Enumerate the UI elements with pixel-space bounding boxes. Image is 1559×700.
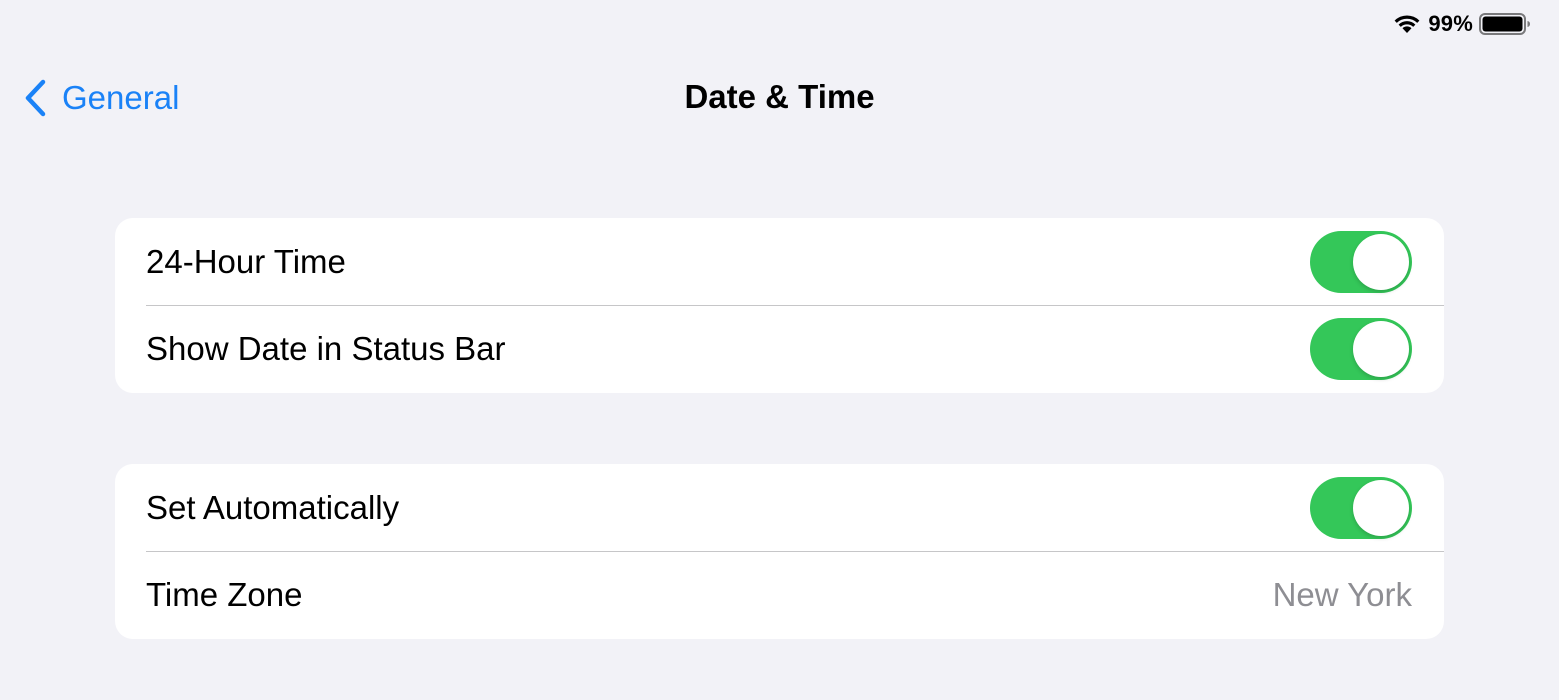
show-date-in-status-bar-toggle[interactable] [1310,317,1412,380]
wifi-icon [1392,12,1422,36]
toggle-knob [1353,320,1409,377]
row-time-zone[interactable]: Time Zone New York [115,551,1444,638]
time-settings-group: Set Automatically Time Zone New York [115,464,1444,639]
status-bar: 99% [1392,8,1531,40]
row-show-date-in-status-bar: Show Date in Status Bar [115,305,1444,392]
row-label: 24-Hour Time [146,242,346,280]
time-zone-value: New York [1272,575,1412,613]
row-24-hour-time: 24-Hour Time [115,218,1444,305]
toggle-knob [1353,479,1409,536]
battery-icon [1479,12,1531,36]
toggle-knob [1353,233,1409,290]
page-title: Date & Time [684,78,875,115]
navigation-bar: General Date & Time [0,60,1559,140]
row-label: Set Automatically [146,488,400,526]
set-automatically-toggle[interactable] [1310,476,1412,539]
time-format-group: 24-Hour Time Show Date in Status Bar [115,218,1444,393]
battery-percent: 99% [1428,11,1473,36]
row-set-automatically: Set Automatically [115,464,1444,551]
row-label: Time Zone [146,575,303,613]
24-hour-time-toggle[interactable] [1310,230,1412,293]
row-label: Show Date in Status Bar [146,329,506,367]
